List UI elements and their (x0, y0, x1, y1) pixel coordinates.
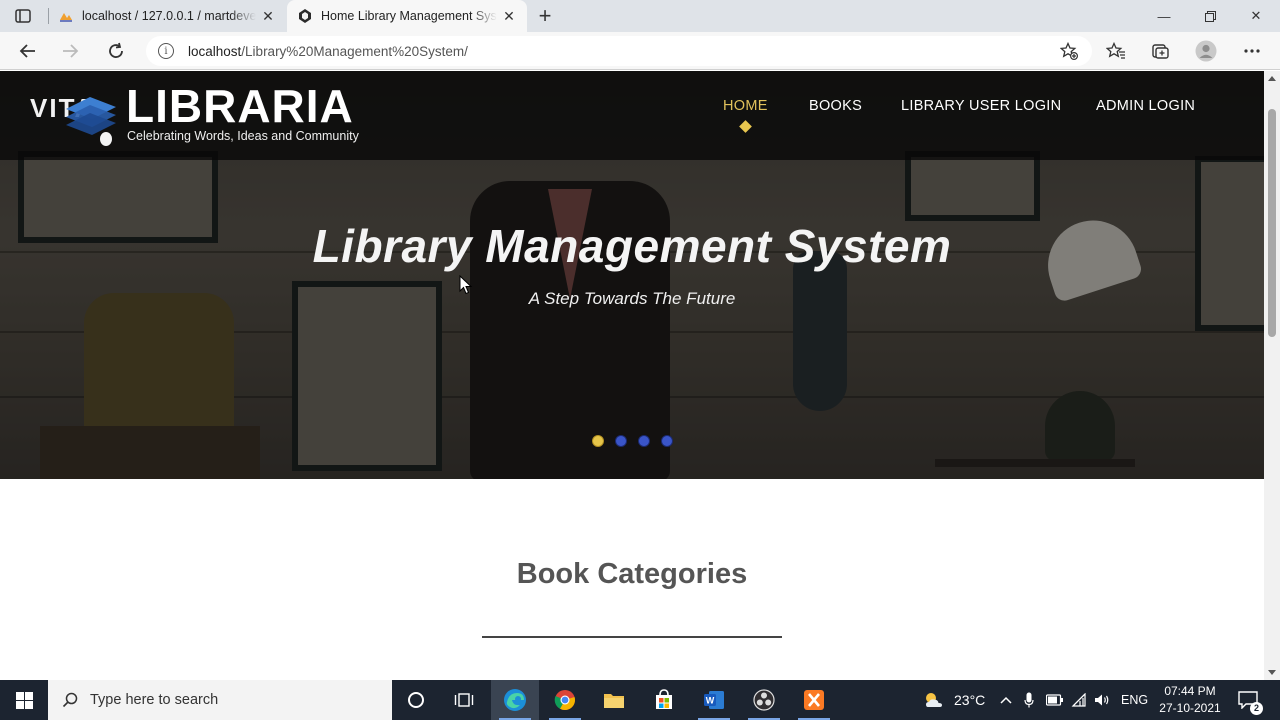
browser-tab-library[interactable]: Home Library Management System ✕ (287, 0, 527, 32)
close-window-icon[interactable]: ✕ (1233, 0, 1279, 32)
scroll-down-icon[interactable] (1268, 670, 1276, 675)
weather-widget[interactable]: 23°C (922, 680, 985, 720)
volume-icon[interactable] (1094, 680, 1110, 720)
carousel-dot-3[interactable] (638, 435, 650, 447)
system-clock[interactable]: 07:44 PM 27-10-2021 (1150, 683, 1230, 717)
taskbar-search-box[interactable]: Type here to search (48, 680, 392, 720)
tab-actions-icon[interactable] (12, 6, 34, 26)
tab-title: Home Library Management System (321, 9, 497, 23)
chrome-icon[interactable] (541, 680, 589, 720)
hero-title: Library Management System (312, 220, 952, 272)
profile-avatar-icon[interactable] (1195, 40, 1217, 62)
notification-count-badge: 2 (1250, 702, 1263, 715)
nav-admin-login-link[interactable]: ADMIN LOGIN (1096, 98, 1195, 114)
address-bar-row: i localhost/Library%20Management%20Syste… (0, 32, 1280, 70)
nav-books-link[interactable]: BOOKS (809, 98, 862, 114)
search-placeholder: Type here to search (90, 692, 219, 708)
hero-subtitle: A Step Towards The Future (528, 289, 736, 308)
url-field[interactable]: i localhost/Library%20Management%20Syste… (146, 36, 1092, 66)
logo-mark-icon (66, 97, 116, 146)
site-navbar: VITA LIBRARIA Celebrating Words, Ideas a… (0, 71, 1264, 160)
library-favicon-icon (297, 8, 313, 24)
scrollbar-thumb[interactable] (1268, 109, 1276, 337)
close-icon[interactable]: ✕ (497, 4, 521, 28)
notification-center-icon[interactable]: 2 (1238, 680, 1263, 720)
clock-date: 27-10-2021 (1159, 701, 1221, 715)
obs-icon[interactable] (740, 680, 788, 720)
windows-taskbar: Type here to search W 23°C ENG 07:44 PM … (0, 680, 1280, 720)
search-icon (62, 692, 78, 708)
more-options-icon[interactable] (1241, 40, 1263, 62)
refresh-icon[interactable] (102, 37, 130, 65)
add-favorite-icon[interactable] (1059, 41, 1079, 61)
xampp-icon[interactable] (790, 680, 838, 720)
task-view-icon[interactable] (440, 680, 488, 720)
restore-icon[interactable] (1187, 0, 1233, 32)
input-language-indicator[interactable]: ENG (1121, 680, 1148, 720)
forward-icon[interactable] (56, 37, 84, 65)
new-tab-icon[interactable]: + (533, 3, 557, 28)
back-icon[interactable] (14, 37, 42, 65)
cortana-icon[interactable] (392, 680, 440, 720)
carousel-dot-4[interactable] (661, 435, 673, 447)
carousel-dot-1[interactable] (592, 435, 604, 447)
show-hidden-icons-icon[interactable] (1000, 680, 1012, 720)
brand-name: LIBRARIA (126, 80, 354, 132)
edge-browser-icon[interactable] (491, 680, 539, 720)
collections-icon[interactable] (1149, 40, 1171, 62)
url-text: localhost/Library%20Management%20System/ (188, 43, 468, 59)
weather-temperature: 23°C (954, 692, 986, 708)
svg-text:W: W (706, 696, 715, 706)
carousel-indicators (592, 435, 673, 447)
page-scrollbar[interactable] (1264, 71, 1280, 680)
phpmyadmin-icon (58, 8, 74, 24)
nav-user-login-link[interactable]: LIBRARY USER LOGIN (901, 98, 1061, 114)
battery-icon[interactable] (1046, 680, 1064, 720)
brand-tagline: Celebrating Words, Ideas and Community (127, 129, 359, 143)
scroll-up-icon[interactable] (1268, 76, 1276, 81)
windows-start-icon[interactable] (0, 680, 48, 720)
weather-icon (926, 693, 942, 707)
tab-title: localhost / 127.0.0.1 / martdevel (82, 9, 256, 23)
wifi-icon[interactable] (1071, 680, 1087, 720)
browser-tab-bar: localhost / 127.0.0.1 / martdevel ✕ Home… (0, 0, 1280, 32)
site-info-icon[interactable]: i (158, 43, 174, 59)
nav-home-link[interactable]: HOME (723, 98, 768, 114)
microsoft-store-icon[interactable] (640, 680, 688, 720)
microphone-icon[interactable] (1024, 680, 1034, 720)
carousel-dot-2[interactable] (615, 435, 627, 447)
word-icon[interactable]: W (690, 680, 738, 720)
clock-time: 07:44 PM (1164, 684, 1216, 698)
close-icon[interactable]: ✕ (256, 4, 280, 28)
site-logo[interactable]: VITA LIBRARIA Celebrating Words, Ideas a… (30, 80, 370, 151)
favorites-icon[interactable] (1105, 40, 1127, 62)
active-nav-indicator (739, 120, 752, 133)
section-divider (482, 636, 782, 638)
page-viewport: Library Management System A Step Towards… (0, 71, 1280, 680)
minimize-icon[interactable]: — (1141, 0, 1187, 32)
file-explorer-icon[interactable] (590, 680, 638, 720)
mouse-cursor-icon (459, 275, 473, 295)
section-heading: Book Categories (516, 558, 748, 590)
browser-tab-phpmyadmin[interactable]: localhost / 127.0.0.1 / martdevel ✕ (48, 0, 286, 32)
